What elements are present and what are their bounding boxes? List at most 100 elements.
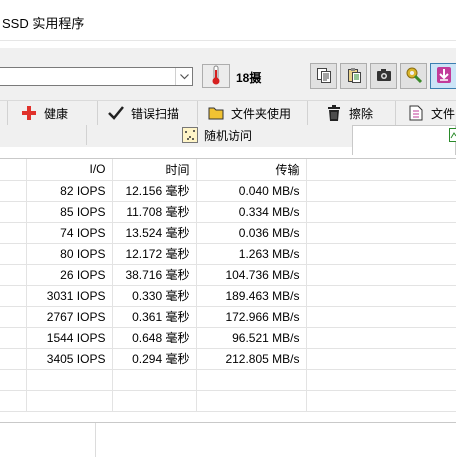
status-bar [0,423,456,457]
cell-transfer: 189.463 MB/s [196,285,307,307]
tab-file-label: 文件 [431,106,456,121]
cell-transfer: 0.334 MB/s [196,201,307,223]
cell-io: 74 IOPS [26,222,113,244]
header-io[interactable]: I/O [26,159,113,181]
header-blank [0,159,27,181]
file-icon [408,105,424,121]
table-row[interactable]: 85 IOPS 11.708 毫秒 0.334 MB/s [0,201,456,223]
tab-random-access[interactable]: 随机访问 [182,125,252,145]
row-spacer [0,243,27,265]
tab-health-label: 健康 [44,106,69,121]
row-spacer [0,180,27,202]
cell-time: 12.172 毫秒 [112,243,197,265]
cell-time: 11.708 毫秒 [112,201,197,223]
subtab-strip: 随机访问 [0,125,456,155]
graph-icon [449,128,456,145]
cell-io: 3405 IOPS [26,348,113,370]
table-row[interactable]: 82 IOPS 12.156 毫秒 0.040 MB/s [0,180,456,202]
cell-time: 38.716 毫秒 [112,264,197,286]
cell-io: 82 IOPS [26,180,113,202]
tools-button[interactable] [400,63,427,89]
download-button[interactable] [430,63,456,89]
table-row[interactable]: 2767 IOPS 0.361 毫秒 172.966 MB/s [0,306,456,328]
cell-empty [196,369,307,391]
results-table: I/O 时间 传输 82 IOPS 12.156 毫秒 0.040 MB/s 85 … [0,159,456,412]
cell-io: 3031 IOPS [26,285,113,307]
tab-random-access-label: 随机访问 [204,128,253,143]
tab-file-partial[interactable]: 文件 [396,101,456,125]
row-spacer [0,285,27,307]
row-spacer [0,306,27,328]
header-empty [306,159,456,181]
cell-time: 13.524 毫秒 [112,222,197,244]
cell-empty [306,390,456,412]
cell-empty [196,390,307,412]
clipboard-button[interactable] [340,63,367,89]
cell-empty [306,264,456,286]
cell-time: 0.648 毫秒 [112,327,197,349]
cell-time: 0.361 毫秒 [112,306,197,328]
tab-folder-usage-label: 文件夹使用 [231,106,292,121]
cell-empty [306,222,456,244]
camera-button[interactable] [370,63,397,89]
row-spacer [0,201,27,223]
header-transfer[interactable]: 传输 [196,159,307,181]
header-time[interactable]: 时间 [112,159,197,181]
tab-folder-usage[interactable]: 文件夹使用 [198,101,308,125]
cell-empty [306,285,456,307]
tab-health[interactable]: 健康 [8,101,98,125]
chevron-down-icon[interactable] [175,68,192,85]
cell-time: 0.330 毫秒 [112,285,197,307]
copy-icon [316,67,332,86]
cell-empty [112,369,197,391]
cell-time: 0.294 毫秒 [112,348,197,370]
row-spacer [0,264,27,286]
temperature-value: 18摄 [236,71,262,85]
table-row[interactable]: 74 IOPS 13.524 毫秒 0.036 MB/s [0,222,456,244]
table-row[interactable]: 1544 IOPS 0.648 毫秒 96.521 MB/s [0,327,456,349]
camera-icon [376,67,392,86]
tab-partial-left[interactable] [0,101,8,125]
copy-button[interactable] [310,63,337,89]
table-row-empty [0,369,456,391]
tab-erase-label: 擦除 [349,106,374,121]
cell-io: 26 IOPS [26,264,113,286]
cell-empty [112,390,197,412]
table-row[interactable]: 3031 IOPS 0.330 毫秒 189.463 MB/s [0,285,456,307]
title-bar: SSD 实用程序 [0,0,456,41]
cell-empty [306,243,456,265]
temperature-button[interactable] [202,64,230,88]
cell-transfer: 96.521 MB/s [196,327,307,349]
row-spacer [0,222,27,244]
folder-icon [208,105,224,121]
tools-icon [405,66,423,87]
active-tab[interactable] [352,125,456,155]
cell-transfer: 104.736 MB/s [196,264,307,286]
tab-strip: 健康 错误扫描 文件夹使用 擦除 文件 [0,101,456,126]
chart-icon [182,127,198,143]
cell-empty [306,327,456,349]
trash-icon [326,105,342,121]
tab-erase[interactable]: 擦除 [308,101,396,125]
table-row[interactable]: 3405 IOPS 0.294 毫秒 212.805 MB/s [0,348,456,370]
cell-empty [306,348,456,370]
table-row[interactable]: 80 IOPS 12.172 毫秒 1.263 MB/s [0,243,456,265]
drive-select[interactable] [0,67,193,86]
window-title: SSD 实用程序 [2,16,85,31]
cell-transfer: 0.040 MB/s [196,180,307,202]
row-spacer [0,348,27,370]
cell-io: 2767 IOPS [26,306,113,328]
table-row-empty [0,390,456,412]
table-row[interactable]: 26 IOPS 38.716 毫秒 104.736 MB/s [0,264,456,286]
cell-transfer: 212.805 MB/s [196,348,307,370]
row-spacer [0,390,27,412]
cell-empty [26,390,113,412]
cell-io: 85 IOPS [26,201,113,223]
cell-transfer: 0.036 MB/s [196,222,307,244]
toolbar: 18摄 [0,48,456,101]
health-plus-icon [21,105,37,121]
subtab-partial[interactable] [8,125,87,145]
tab-error-scan[interactable]: 错误扫描 [98,101,198,125]
cell-empty [306,180,456,202]
status-separator [95,423,96,457]
